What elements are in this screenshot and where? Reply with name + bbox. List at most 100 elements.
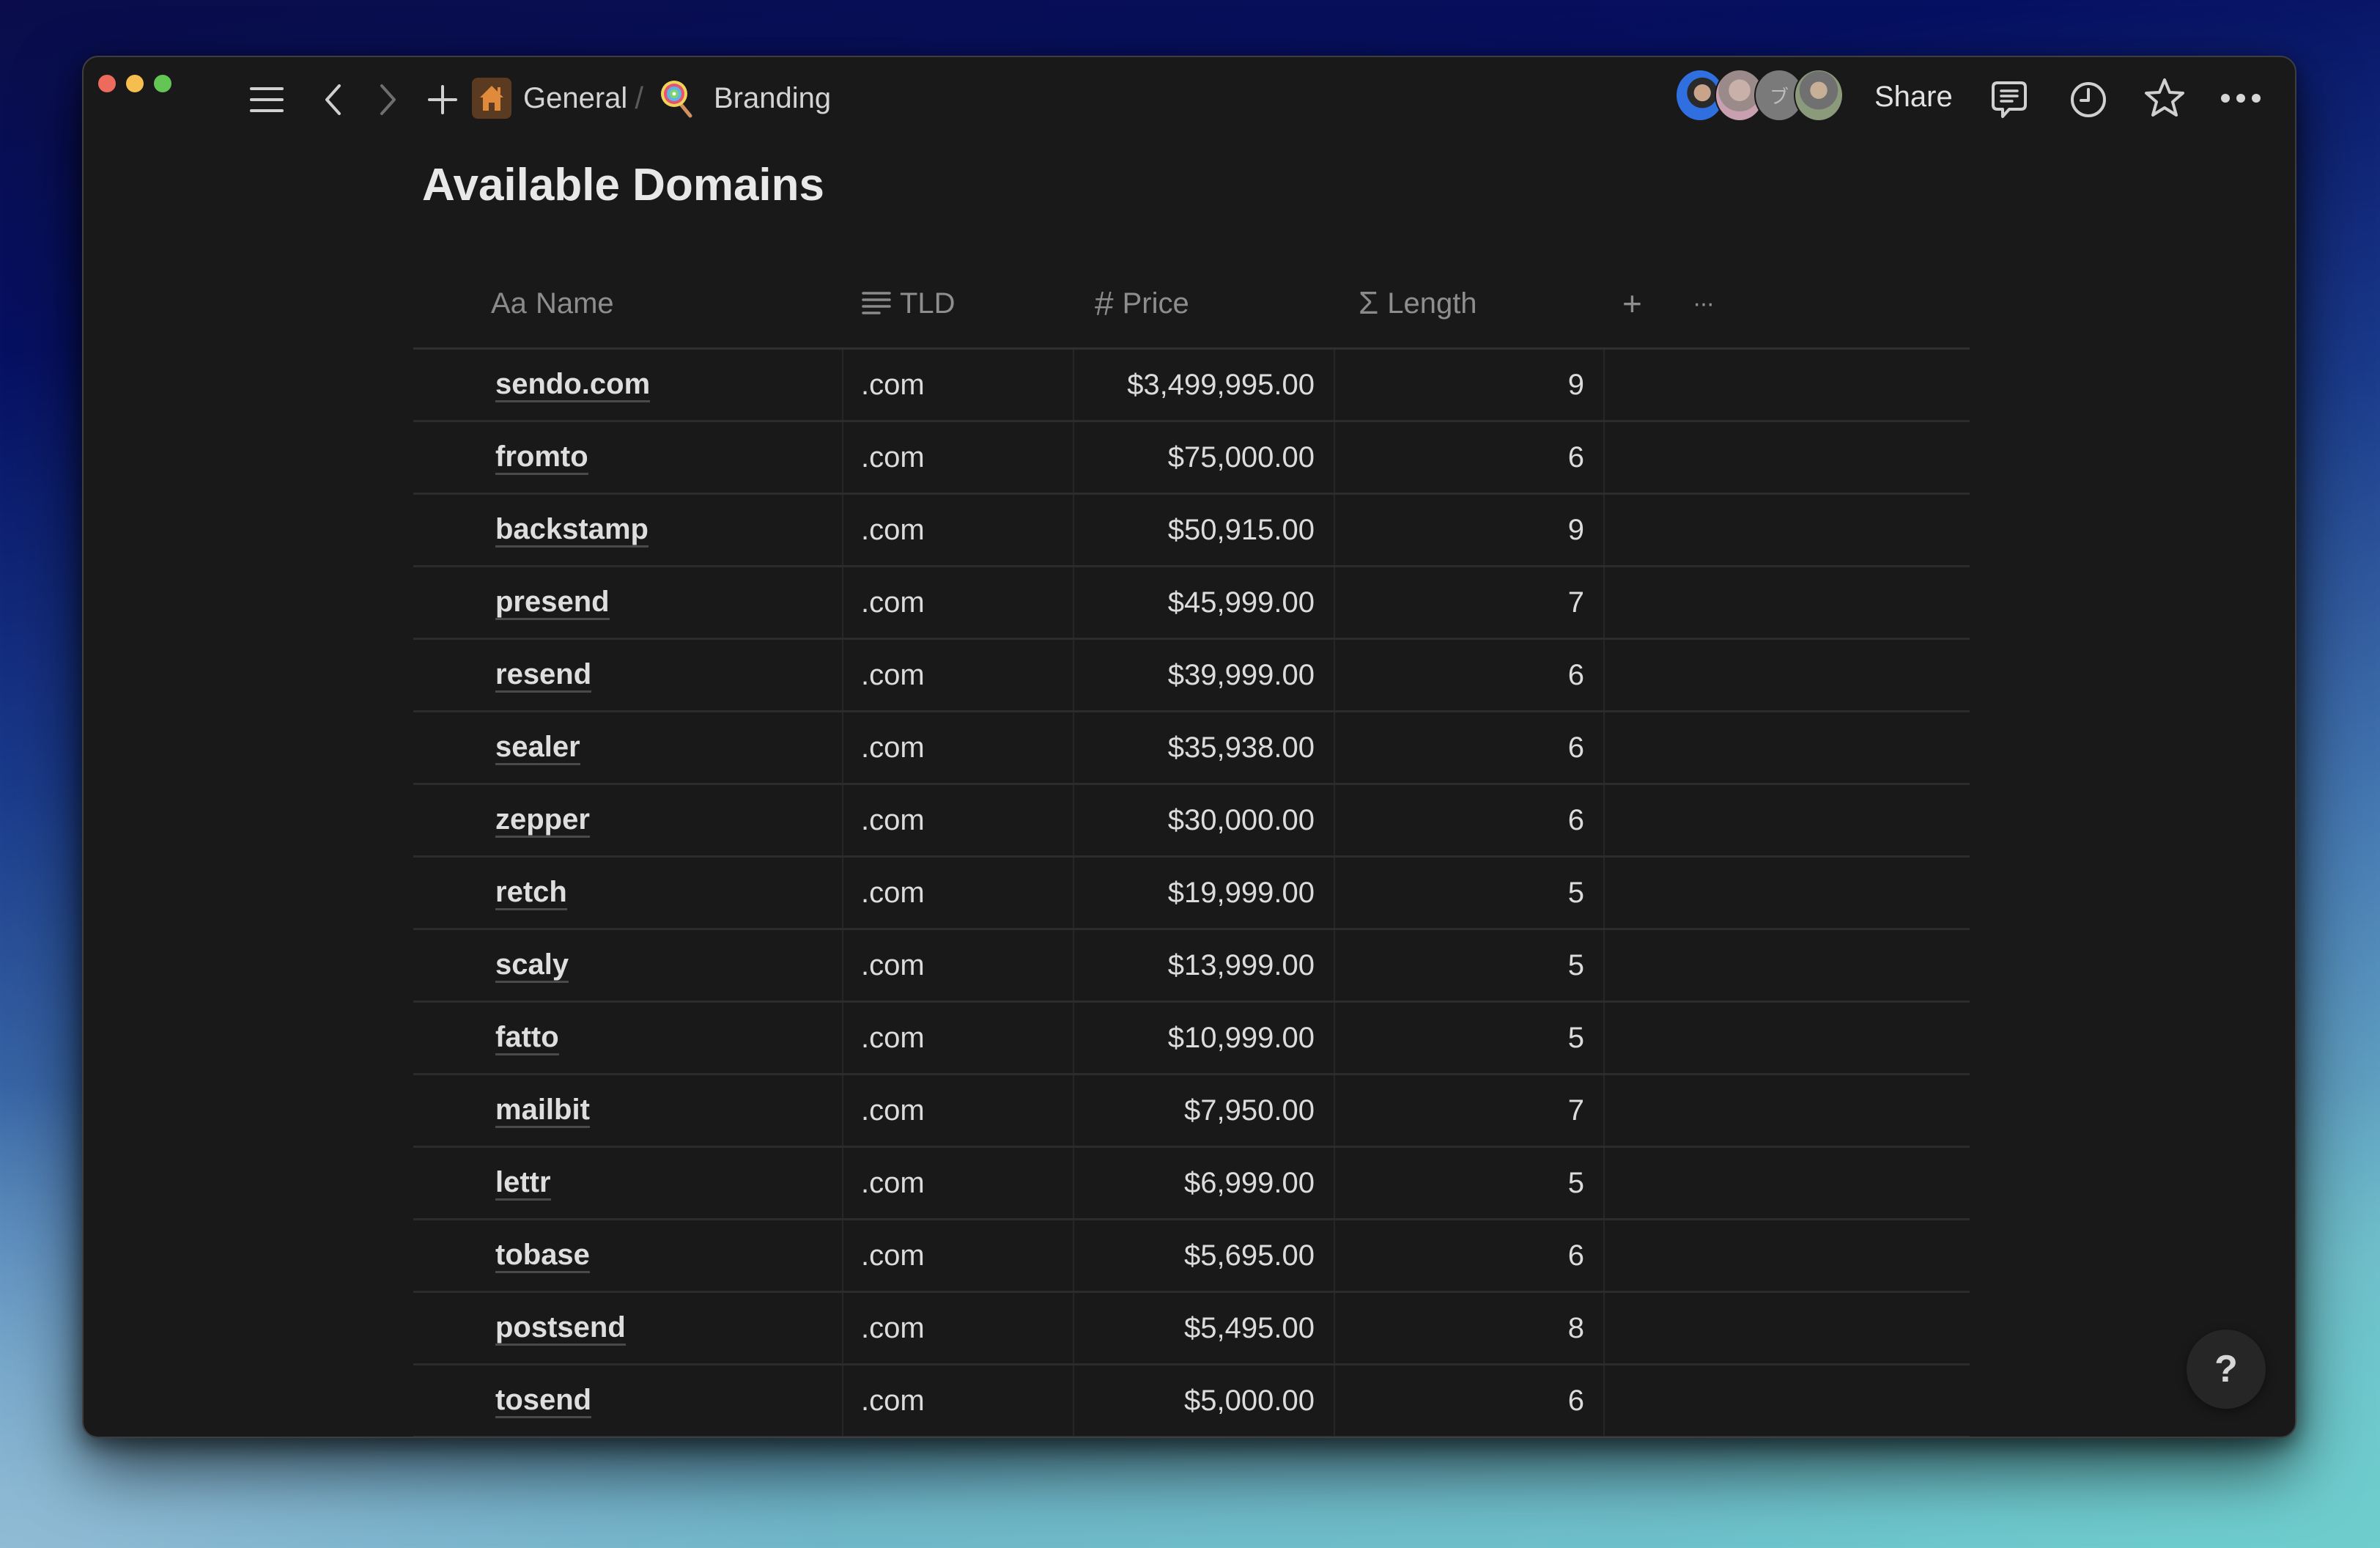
cell-price[interactable]: $39,999.00 (1074, 640, 1335, 710)
cell-length[interactable]: 8 (1335, 1293, 1605, 1363)
cell-empty[interactable] (1605, 1075, 1970, 1146)
cell-empty[interactable] (1605, 1365, 1970, 1436)
cell-tld[interactable]: .com (843, 785, 1074, 855)
column-header-tld[interactable]: TLD (862, 259, 956, 347)
domain-name-link[interactable]: sendo.com (495, 368, 651, 402)
cell-length[interactable]: 9 (1335, 495, 1605, 565)
new-page-button[interactable] (425, 81, 460, 119)
table-row[interactable]: scaly .com $13,999.00 5 (413, 930, 1970, 1003)
cell-tld[interactable]: .com (843, 1293, 1074, 1363)
cell-name[interactable]: fatto (413, 1003, 843, 1073)
cell-empty[interactable] (1605, 1220, 1970, 1291)
domain-name-link[interactable]: retch (495, 876, 567, 910)
history-button[interactable] (2068, 79, 2109, 120)
cell-empty[interactable] (1605, 1148, 1970, 1218)
cell-name[interactable]: resend (413, 640, 843, 710)
cell-length[interactable]: 5 (1335, 930, 1605, 1000)
cell-tld[interactable]: .com (843, 567, 1074, 638)
cell-tld[interactable]: .com (843, 1003, 1074, 1073)
cell-price[interactable]: $75,000.00 (1074, 422, 1335, 493)
cell-price[interactable]: $10,999.00 (1074, 1003, 1335, 1073)
cell-empty[interactable] (1605, 712, 1970, 783)
cell-length[interactable]: 6 (1335, 1220, 1605, 1291)
cell-length[interactable]: 5 (1335, 1148, 1605, 1218)
table-row[interactable]: lettr .com $6,999.00 5 (413, 1148, 1970, 1220)
cell-name[interactable]: postsend (413, 1293, 843, 1363)
cell-empty[interactable] (1605, 640, 1970, 710)
cell-name[interactable]: mailbit (413, 1075, 843, 1146)
cell-length[interactable]: 5 (1335, 858, 1605, 928)
table-row[interactable]: fatto .com $10,999.00 5 (413, 1003, 1970, 1075)
cell-empty[interactable] (1605, 567, 1970, 638)
table-row[interactable]: sealer .com $35,938.00 6 (413, 712, 1970, 785)
domain-name-link[interactable]: zepper (495, 803, 590, 838)
cell-tld[interactable]: .com (843, 1148, 1074, 1218)
cell-tld[interactable]: .com (843, 1365, 1074, 1436)
column-header-length[interactable]: Σ Length (1359, 259, 1477, 347)
domain-name-link[interactable]: resend (495, 658, 592, 693)
column-header-name[interactable]: Aa Name (491, 259, 614, 347)
table-row[interactable]: postsend .com $5,495.00 8 (413, 1293, 1970, 1365)
favorite-button[interactable] (2143, 76, 2187, 120)
cell-tld[interactable]: .com (843, 1220, 1074, 1291)
domain-name-link[interactable]: scaly (495, 948, 569, 983)
cell-tld[interactable]: .com (843, 422, 1074, 493)
cell-name[interactable]: sealer (413, 712, 843, 783)
cell-empty[interactable] (1605, 1003, 1970, 1073)
more-options-button[interactable] (2219, 84, 2263, 113)
add-column-button[interactable]: + (1622, 259, 1642, 347)
cell-length[interactable]: 6 (1335, 785, 1605, 855)
cell-name[interactable]: presend (413, 567, 843, 638)
cell-name[interactable]: backstamp (413, 495, 843, 565)
cell-price[interactable]: $5,695.00 (1074, 1220, 1335, 1291)
domain-name-link[interactable]: presend (495, 586, 610, 620)
domain-name-link[interactable]: backstamp (495, 513, 648, 548)
domain-name-link[interactable]: postsend (495, 1311, 626, 1346)
table-row[interactable]: mailbit .com $7,950.00 7 (413, 1075, 1970, 1148)
table-row[interactable]: fromto .com $75,000.00 6 (413, 422, 1970, 495)
table-row[interactable]: retch .com $19,999.00 5 (413, 858, 1970, 930)
table-row[interactable]: zepper .com $30,000.00 6 (413, 785, 1970, 858)
cell-empty[interactable] (1605, 495, 1970, 565)
cell-name[interactable]: retch (413, 858, 843, 928)
cell-length[interactable]: 7 (1335, 1075, 1605, 1146)
share-button[interactable]: Share (1874, 76, 1953, 117)
cell-length[interactable]: 6 (1335, 422, 1605, 493)
domain-name-link[interactable]: tobase (495, 1239, 590, 1273)
cell-price[interactable]: $45,999.00 (1074, 567, 1335, 638)
cell-tld[interactable]: .com (843, 712, 1074, 783)
cell-name[interactable]: zepper (413, 785, 843, 855)
table-row[interactable]: sendo.com .com $3,499,995.00 9 (413, 350, 1970, 422)
forward-button[interactable] (374, 79, 403, 120)
back-button[interactable] (318, 79, 347, 120)
cell-length[interactable]: 9 (1335, 350, 1605, 420)
breadcrumb-item-general[interactable]: General (523, 82, 627, 115)
cell-tld[interactable]: .com (843, 858, 1074, 928)
table-row[interactable]: tobase .com $5,695.00 6 (413, 1220, 1970, 1293)
comments-button[interactable] (1989, 79, 2030, 123)
cell-empty[interactable] (1605, 930, 1970, 1000)
cell-length[interactable]: 6 (1335, 712, 1605, 783)
table-more-button[interactable]: ··· (1693, 259, 1715, 347)
cell-price[interactable]: $35,938.00 (1074, 712, 1335, 783)
domain-name-link[interactable]: mailbit (495, 1094, 590, 1128)
domain-name-link[interactable]: sealer (495, 731, 580, 765)
domain-name-link[interactable]: fatto (495, 1021, 559, 1055)
cell-price[interactable]: $19,999.00 (1074, 858, 1335, 928)
cell-length[interactable]: 6 (1335, 640, 1605, 710)
help-button[interactable]: ? (2187, 1330, 2266, 1409)
cell-price[interactable]: $6,999.00 (1074, 1148, 1335, 1218)
cell-tld[interactable]: .com (843, 640, 1074, 710)
cell-empty[interactable] (1605, 1293, 1970, 1363)
cell-empty[interactable] (1605, 858, 1970, 928)
cell-tld[interactable]: .com (843, 350, 1074, 420)
cell-name[interactable]: scaly (413, 930, 843, 1000)
cell-price[interactable]: $5,495.00 (1074, 1293, 1335, 1363)
cell-length[interactable]: 6 (1335, 1365, 1605, 1436)
breadcrumb-item-branding[interactable]: Branding (714, 82, 831, 115)
sidebar-menu-button[interactable] (246, 81, 287, 119)
cell-name[interactable]: fromto (413, 422, 843, 493)
domain-name-link[interactable]: lettr (495, 1166, 551, 1201)
table-row[interactable]: backstamp .com $50,915.00 9 (413, 495, 1970, 567)
collaborator-avatars[interactable]: ブ (1675, 69, 1844, 122)
